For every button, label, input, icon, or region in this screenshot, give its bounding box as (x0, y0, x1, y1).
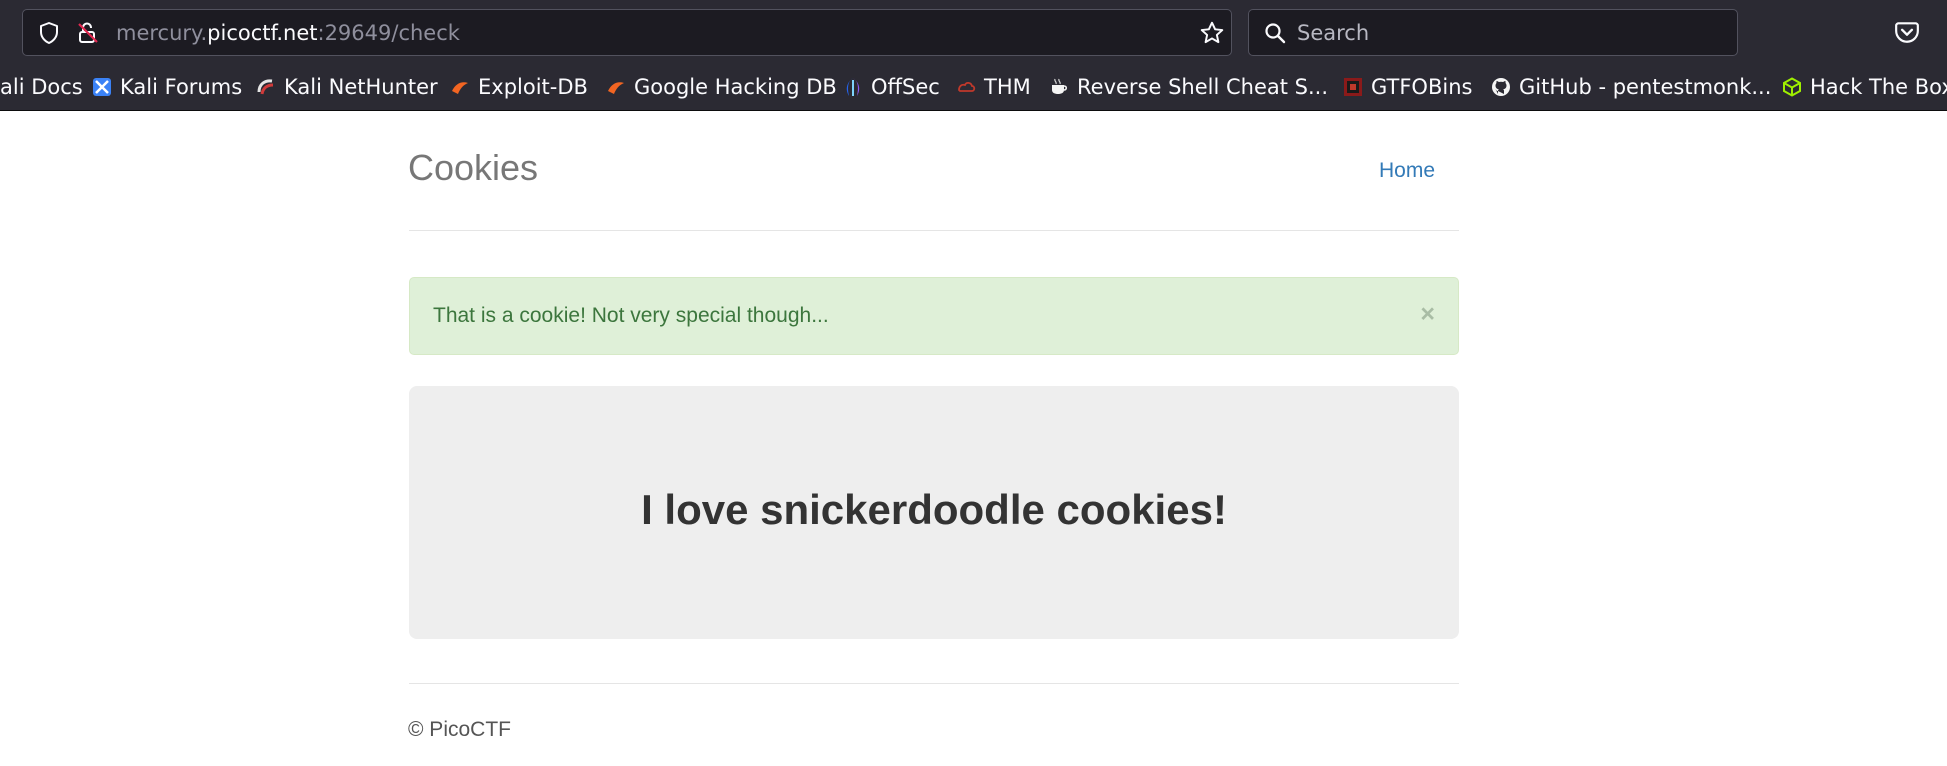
header-divider (409, 230, 1459, 231)
coffee-cup-icon (1052, 78, 1068, 94)
bookmark-kali-forums[interactable]: Kali Forums (92, 64, 242, 110)
bookmark-thm[interactable]: THM (956, 64, 1031, 110)
site-title: Cookies (408, 147, 539, 188)
jumbotron-heading: I love snickerdoodle cookies! (641, 486, 1227, 533)
pocket-icon[interactable] (1894, 19, 1920, 45)
bookmark-github-pentestmonkey[interactable]: GitHub - pentestmonk... (1491, 64, 1771, 110)
alert-message: That is a cookie! Not very special thoug… (433, 304, 829, 327)
bookmark-label: Hack The Box (1810, 75, 1947, 99)
browser-toolbar: mercury.picoctf.net:29649/check Search (0, 0, 1947, 64)
insecure-lock-icon[interactable] (76, 21, 100, 45)
bookmark-label: THM (984, 75, 1031, 99)
kali-nethunter-icon (257, 79, 274, 95)
search-bar[interactable]: Search (1248, 9, 1738, 56)
footer-divider (409, 683, 1459, 684)
search-icon (1265, 23, 1286, 44)
bookmark-kali-nethunter[interactable]: Kali NetHunter (256, 64, 438, 110)
bookmark-label: OffSec (871, 75, 940, 99)
bookmarks-toolbar: ali Docs Kali Forums Kali NetHunter Expl… (0, 64, 1947, 111)
shield-icon[interactable] (37, 21, 61, 45)
footer-copyright: © PicoCTF (408, 718, 511, 741)
offsec-icon (846, 78, 860, 96)
url-bar[interactable]: mercury.picoctf.net:29649/check (22, 9, 1232, 56)
bookmark-kali-docs[interactable]: ali Docs (0, 64, 83, 110)
bookmark-label: ali Docs (0, 75, 83, 99)
page-content: Cookies Home That is a cookie! Not very … (0, 111, 1947, 766)
exploit-db-icon (452, 82, 468, 94)
github-icon (1492, 78, 1510, 96)
home-link[interactable]: Home (1379, 159, 1435, 183)
url-text[interactable]: mercury.picoctf.net:29649/check (116, 20, 460, 46)
success-alert: That is a cookie! Not very special thoug… (409, 277, 1459, 355)
bookmark-label: Google Hacking DB (634, 75, 837, 99)
url-path: :29649/check (317, 21, 460, 45)
htb-cube-icon (1783, 77, 1801, 97)
ghdb-icon (608, 82, 624, 94)
bookmark-reverse-shell-cheat-sheet[interactable]: Reverse Shell Cheat S... (1049, 64, 1328, 110)
gtfobins-icon (1344, 78, 1362, 96)
bookmark-star-icon[interactable] (1199, 20, 1225, 46)
bookmark-offsec[interactable]: OffSec (843, 64, 940, 110)
bookmark-exploit-db[interactable]: Exploit-DB (450, 64, 588, 110)
jumbotron: I love snickerdoodle cookies! (409, 386, 1459, 639)
url-host-prefix: mercury. (116, 21, 208, 45)
url-host-main: picoctf.net (207, 21, 318, 45)
bookmark-label: Exploit-DB (478, 75, 588, 99)
bookmark-label: Kali NetHunter (284, 75, 438, 99)
bookmark-label: Kali Forums (120, 75, 243, 99)
bookmark-google-hacking-db[interactable]: Google Hacking DB (606, 64, 837, 110)
bookmark-label: GTFOBins (1371, 75, 1473, 99)
close-icon[interactable]: × (1420, 300, 1435, 329)
bookmark-label: Reverse Shell Cheat S... (1077, 75, 1329, 99)
search-placeholder: Search (1297, 21, 1370, 45)
kali-forums-icon (93, 78, 111, 96)
thm-icon (958, 81, 976, 92)
bookmark-gtfobins[interactable]: GTFOBins (1343, 64, 1472, 110)
bookmark-hack-the-box[interactable]: Hack The Box (1782, 64, 1947, 110)
bookmark-label: GitHub - pentestmonk... (1519, 75, 1772, 99)
